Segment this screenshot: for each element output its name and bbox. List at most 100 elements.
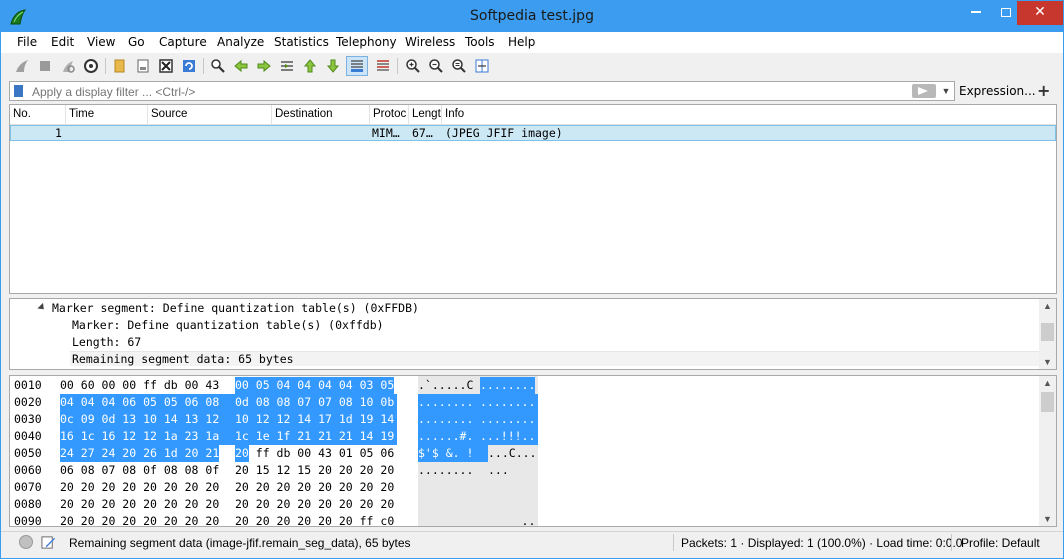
ascii-bytes[interactable]: ...!!!.. [480, 428, 536, 445]
tree-item-marker[interactable]: Marker: Define quantization table(s) (0x… [72, 318, 384, 332]
reload-file-button[interactable] [180, 57, 198, 75]
scroll-thumb[interactable] [1041, 392, 1054, 412]
add-filter-button[interactable]: + [1037, 81, 1050, 100]
hex-bytes[interactable]: 06 08 07 08 0f 08 08 0f [60, 462, 219, 479]
ascii-bytes[interactable]: ........ [480, 411, 536, 428]
window-title: Softpedia test.jpg [470, 8, 594, 24]
column-header-info[interactable]: Info [442, 105, 1056, 125]
scroll-up-icon[interactable]: ▲ [1039, 376, 1056, 390]
hex-bytes[interactable]: 20 20 20 20 20 20 20 20 [60, 513, 219, 527]
scroll-thumb[interactable] [1041, 323, 1054, 341]
hex-bytes[interactable]: 20 20 20 20 20 20 ff c0 [235, 513, 394, 527]
byte-offset: 0080 [14, 497, 42, 511]
hex-bytes[interactable]: 00 05 04 04 04 04 03 05 [235, 377, 395, 394]
start-capture-button[interactable] [13, 57, 31, 75]
go-forward-button[interactable] [255, 57, 273, 75]
colorize-button[interactable] [374, 57, 392, 75]
tree-item-length[interactable]: Length: 67 [72, 335, 141, 349]
menu-tools[interactable]: Tools [465, 35, 495, 49]
menu-telephony[interactable]: Telephony [336, 35, 397, 49]
ascii-bytes[interactable] [418, 513, 473, 527]
open-file-button[interactable] [111, 57, 129, 75]
hex-bytes[interactable]: 1c 1e 1f 21 21 21 14 19 [235, 428, 395, 445]
menu-help[interactable]: Help [508, 35, 535, 49]
tree-item-remaining-data[interactable]: Remaining segment data: 65 bytes [70, 351, 1040, 366]
scroll-up-icon[interactable]: ▲ [1039, 299, 1056, 313]
zoom-out-button[interactable] [427, 57, 445, 75]
ascii-bytes[interactable]: .. [480, 513, 536, 527]
go-back-button[interactable] [232, 57, 250, 75]
ascii-bytes[interactable]: $'$ &. ! [418, 445, 488, 462]
profile-selector[interactable]: Profile: Default [961, 536, 1040, 550]
ascii-bytes[interactable]: ........ [418, 462, 473, 479]
ascii-bytes[interactable]: ...C... [488, 445, 536, 462]
ascii-bytes[interactable]: ... [488, 462, 536, 479]
display-filter-input[interactable] [32, 84, 892, 99]
menu-wireless[interactable]: Wireless [405, 35, 455, 49]
column-header-source[interactable]: Source [148, 105, 272, 125]
edit-comment-icon[interactable] [41, 535, 56, 550]
tree-item-marker-segment[interactable]: Marker segment: Define quantization tabl… [52, 301, 419, 315]
scroll-down-icon[interactable]: ▼ [1039, 355, 1056, 369]
column-header-no[interactable]: No. [10, 105, 66, 125]
status-separator [951, 534, 952, 551]
menu-capture[interactable]: Capture [159, 35, 207, 49]
collapse-chevron-icon[interactable] [37, 302, 47, 313]
app-window: Softpedia test.jpg ✕ File Edit View Go C… [0, 0, 1064, 559]
hex-bytes[interactable]: 00 60 00 00 ff db 00 43 [60, 377, 219, 394]
menu-statistics[interactable]: Statistics [274, 35, 329, 49]
ascii-bytes[interactable] [418, 496, 473, 513]
ascii-bytes[interactable]: .`.....C [418, 377, 473, 394]
ascii-bytes[interactable] [480, 496, 535, 513]
find-packet-button[interactable] [209, 57, 227, 75]
expert-info-icon[interactable] [19, 535, 33, 549]
ascii-bytes[interactable] [480, 479, 535, 496]
ascii-bytes[interactable]: ........ [480, 377, 536, 394]
bookmark-icon[interactable] [14, 85, 23, 97]
apply-filter-arrow-icon[interactable] [912, 84, 936, 98]
go-to-packet-button[interactable] [278, 57, 296, 75]
column-header-time[interactable]: Time [66, 105, 148, 125]
resize-columns-button[interactable] [473, 57, 491, 75]
hex-bytes[interactable]: 20 ff db 00 43 01 05 06 [249, 445, 409, 462]
byte-row: 0020 04 04 04 06 05 05 06 08 0d 08 08 07… [10, 394, 1040, 411]
hex-bytes[interactable]: 20 20 20 20 20 20 20 20 [60, 479, 219, 496]
hex-bytes-selected[interactable]: 20 ff db 00 43 01 05 06 [235, 445, 249, 462]
menu-view[interactable]: View [87, 35, 115, 49]
restart-capture-button[interactable] [59, 57, 77, 75]
menu-file[interactable]: File [17, 35, 37, 49]
filter-history-chevron-down-icon[interactable]: ▼ [940, 84, 952, 98]
zoom-in-button[interactable] [404, 57, 422, 75]
menu-edit[interactable]: Edit [51, 35, 74, 49]
hex-bytes[interactable]: 20 20 20 20 20 20 20 20 [235, 479, 394, 496]
ascii-bytes[interactable]: ........ [480, 394, 536, 411]
menu-analyze[interactable]: Analyze [217, 35, 264, 49]
expression-button[interactable]: Expression... [959, 84, 1036, 98]
autoscroll-button[interactable] [346, 56, 368, 76]
hex-bytes[interactable]: 20 20 20 20 20 20 20 20 [60, 496, 219, 513]
hex-bytes[interactable]: 24 27 24 20 26 1d 20 21 [60, 445, 220, 462]
capture-options-button[interactable] [82, 57, 100, 75]
ascii-bytes[interactable] [418, 479, 473, 496]
column-header-destination[interactable]: Destination [272, 105, 370, 125]
first-packet-button[interactable] [301, 57, 319, 75]
close-file-button[interactable] [157, 57, 175, 75]
last-packet-button[interactable] [324, 57, 342, 75]
hex-bytes[interactable]: 20 20 20 20 20 20 20 20 [235, 496, 394, 513]
table-row[interactable]: 1 MIM… 67… (JPEG JFIF image) [10, 125, 1056, 141]
column-header-length[interactable]: Lengt [409, 105, 442, 125]
menu-go[interactable]: Go [128, 35, 145, 49]
close-button[interactable]: ✕ [1017, 1, 1063, 25]
hex-bytes[interactable]: 10 12 12 14 17 1d 19 14 [235, 411, 395, 428]
minimize-button[interactable] [961, 1, 991, 25]
details-scrollbar[interactable]: ▲ ▼ [1039, 299, 1056, 369]
stop-capture-button[interactable] [36, 57, 54, 75]
scroll-down-icon[interactable]: ▼ [1039, 512, 1056, 526]
normal-size-button[interactable] [450, 57, 468, 75]
hex-bytes[interactable]: 0d 08 08 07 07 08 10 0b [235, 394, 395, 411]
bytes-scrollbar[interactable]: ▲ ▼ [1039, 376, 1056, 526]
save-file-button[interactable] [134, 57, 152, 75]
hex-bytes[interactable]: 20 15 12 15 20 20 20 20 [235, 462, 394, 479]
column-header-protocol[interactable]: Protoc [370, 105, 409, 125]
zoom-out-icon [429, 59, 443, 73]
